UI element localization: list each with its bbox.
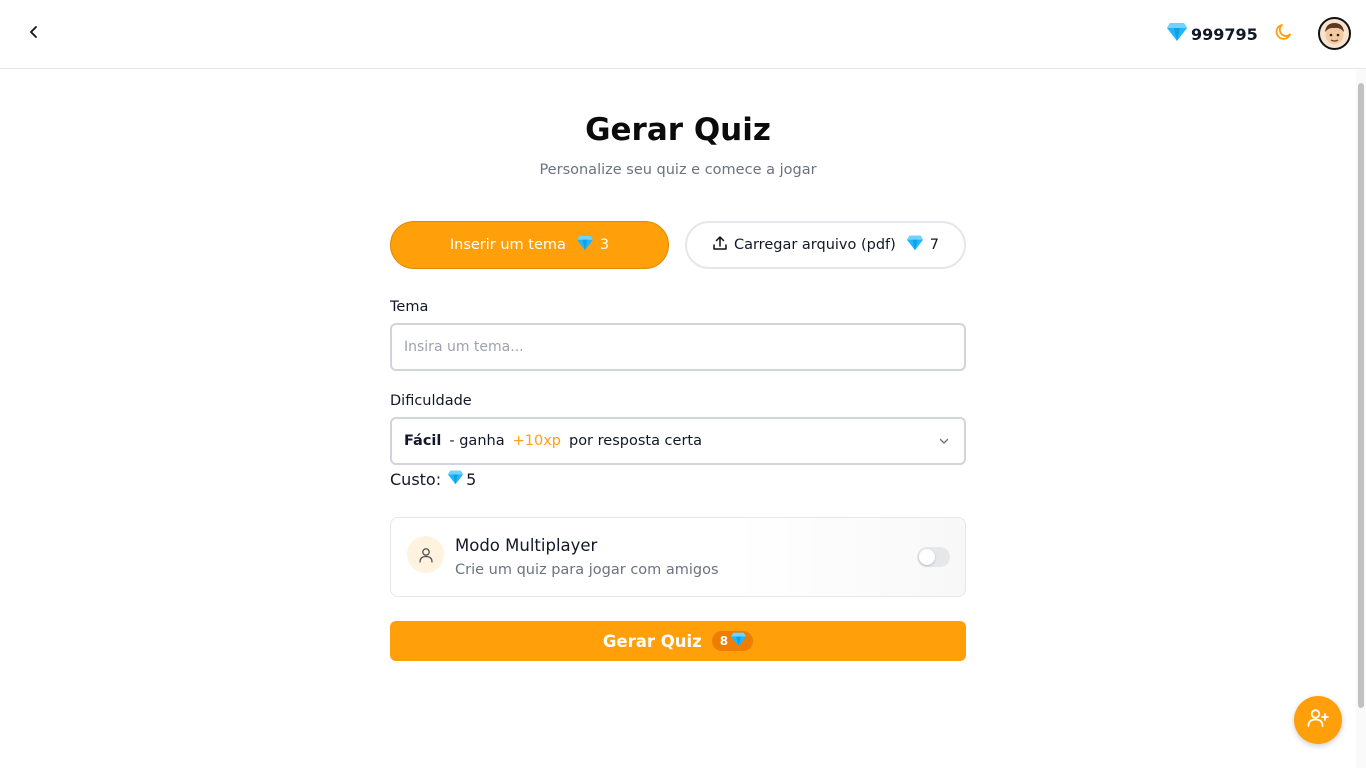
chevron-left-icon — [26, 24, 42, 44]
difficulty-mid-text: - ganha — [449, 433, 505, 449]
multiplayer-description: Crie um quiz para jogar com amigos — [455, 562, 719, 578]
tab-insert-topic-cost: 3 — [599, 237, 610, 253]
tab-insert-topic-label: Inserir um tema — [449, 237, 566, 253]
page-title: Gerar Quiz — [585, 112, 771, 148]
difficulty-xp: +10xp — [512, 433, 561, 449]
gem-balance-value: 999795 — [1191, 24, 1258, 44]
multiplayer-title: Modo Multiplayer — [455, 536, 598, 555]
generate-quiz-button[interactable]: Gerar Quiz 8 — [390, 621, 966, 661]
diamond-icon — [447, 470, 464, 489]
toggle-knob — [919, 549, 935, 565]
generate-cost-value: 8 — [719, 634, 729, 648]
chevron-down-icon — [938, 435, 950, 451]
tab-upload-file-cost: 7 — [929, 237, 940, 253]
difficulty-select[interactable]: Fácil - ganha +10xp por resposta certa — [390, 417, 966, 465]
add-friend-button[interactable] — [1294, 696, 1342, 744]
multiplayer-toggle[interactable] — [917, 547, 950, 567]
tab-upload-file-label: Carregar arquivo (pdf) — [733, 237, 896, 253]
upload-icon — [712, 235, 728, 255]
tab-upload-file[interactable]: Carregar arquivo (pdf) 7 — [685, 221, 966, 269]
diamond-icon — [906, 235, 924, 255]
cost-row: Custo: 5 — [390, 470, 476, 489]
diamond-icon — [730, 632, 747, 650]
cost-label: Custo: — [390, 470, 442, 489]
back-button[interactable] — [22, 22, 46, 46]
add-user-icon — [1306, 706, 1330, 734]
moon-icon — [1274, 22, 1294, 46]
diamond-icon — [576, 235, 594, 255]
scrollbar[interactable] — [1356, 69, 1366, 768]
difficulty-level: Fácil — [404, 433, 442, 449]
avatar[interactable] — [1318, 17, 1351, 50]
difficulty-suffix: por resposta certa — [568, 433, 702, 449]
diamond-icon — [1166, 22, 1188, 46]
tab-insert-topic[interactable]: Inserir um tema 3 — [390, 221, 669, 269]
multiplayer-card: Modo Multiplayer Crie um quiz para jogar… — [390, 517, 966, 597]
difficulty-label: Dificuldade — [390, 393, 472, 409]
generate-quiz-label: Gerar Quiz — [602, 631, 702, 651]
topic-label: Tema — [390, 299, 429, 315]
topic-input[interactable] — [390, 323, 966, 371]
page-subtitle: Personalize seu quiz e comece a jogar — [539, 162, 817, 178]
generate-cost-badge: 8 — [711, 631, 754, 651]
cost-value: 5 — [466, 470, 477, 489]
theme-toggle-button[interactable] — [1272, 22, 1296, 46]
scrollbar-thumb[interactable] — [1358, 83, 1364, 708]
user-icon — [407, 536, 444, 573]
top-bar: 999795 — [0, 0, 1366, 69]
gem-balance: 999795 — [1166, 22, 1258, 46]
